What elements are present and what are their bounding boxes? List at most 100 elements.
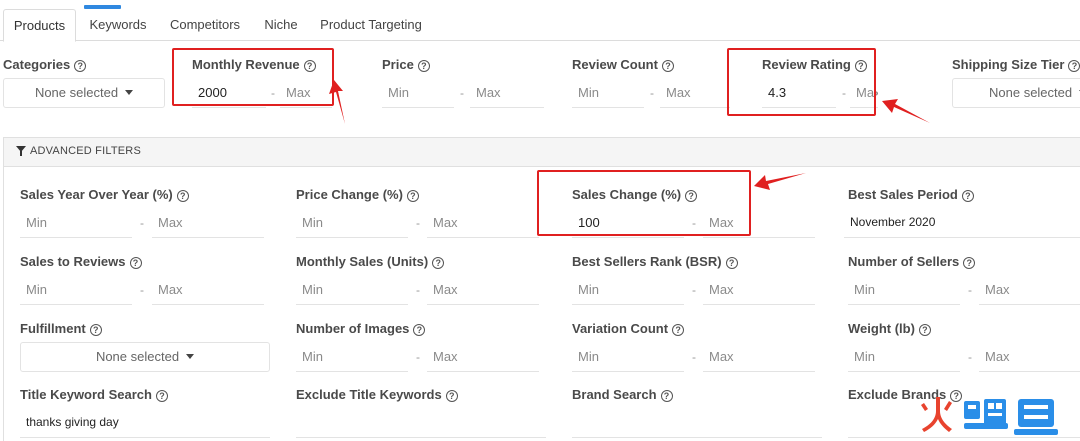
sales-to-reviews-max-input[interactable]: Max (152, 275, 264, 305)
annotation-arrow-icon (754, 173, 806, 190)
range-dash: - (416, 283, 420, 297)
weight-label: Weight (lb)? (848, 321, 931, 336)
help-icon[interactable]: ? (725, 257, 738, 269)
fulfillment-value: None selected (95, 349, 180, 364)
range-dash: - (460, 86, 464, 100)
annotation-arrow-icon (882, 99, 930, 123)
help-icon[interactable]: ? (918, 324, 931, 336)
sales-yoy-label-text: Sales Year Over Year (%) (20, 187, 173, 202)
weight-label-text: Weight (lb) (848, 321, 915, 336)
shipping-size-tier-value: None selected (989, 85, 1073, 100)
fulfillment-select[interactable]: None selected (20, 342, 270, 372)
help-icon[interactable]: ? (661, 60, 674, 72)
bsr-min-input[interactable]: Min (572, 275, 684, 305)
best-sales-period-label-text: Best Sales Period (848, 187, 958, 202)
variation-count-label-text: Variation Count (572, 321, 669, 336)
help-icon[interactable]: ? (432, 257, 445, 269)
help-icon[interactable]: ? (129, 257, 142, 269)
annotation-box-monthly-revenue (172, 48, 334, 106)
bsr-max-input[interactable]: Max (703, 275, 815, 305)
review-count-label-text: Review Count (572, 57, 658, 72)
help-icon[interactable]: ? (672, 324, 685, 336)
number-of-sellers-min-input[interactable]: Min (848, 275, 960, 305)
range-dash: - (968, 283, 972, 297)
title-keyword-search-label-text: Title Keyword Search (20, 387, 152, 402)
weight-min-input[interactable]: Min (848, 342, 960, 372)
bsr-label-text: Best Sellers Rank (BSR) (572, 254, 722, 269)
sales-to-reviews-label: Sales to Reviews? (20, 254, 142, 269)
number-of-sellers-label-text: Number of Sellers (848, 254, 960, 269)
brand-search-label-text: Brand Search (572, 387, 657, 402)
price-change-min-input[interactable]: Min (296, 208, 408, 238)
range-dash: - (650, 86, 654, 100)
number-of-images-label-text: Number of Images (296, 321, 410, 336)
review-count-max-input[interactable]: Max (660, 78, 730, 108)
monthly-sales-max-input[interactable]: Max (427, 275, 539, 305)
help-icon[interactable]: ? (445, 390, 458, 402)
chevron-down-icon (186, 354, 195, 359)
variation-count-min-input[interactable]: Min (572, 342, 684, 372)
sales-yoy-label: Sales Year Over Year (%)? (20, 187, 189, 202)
tab-keywords[interactable]: Keywords (82, 9, 154, 42)
review-count-min-input[interactable]: Min (572, 78, 644, 108)
tab-niche[interactable]: Niche (258, 9, 304, 42)
help-icon[interactable]: ? (406, 190, 419, 202)
categories-value: None selected (34, 85, 119, 100)
categories-label: Categories? (3, 57, 87, 72)
watermark-logo-icon (921, 397, 1058, 435)
variation-count-max-input[interactable]: Max (703, 342, 815, 372)
range-dash: - (968, 350, 972, 364)
exclude-title-keywords-label-text: Exclude Title Keywords (296, 387, 442, 402)
price-change-max-input[interactable]: Max (427, 208, 539, 238)
help-icon[interactable]: ? (176, 190, 189, 202)
monthly-sales-label-text: Monthly Sales (Units) (296, 254, 429, 269)
chevron-down-icon (125, 90, 134, 95)
price-label-text: Price (382, 57, 414, 72)
annotation-box-review-rating (727, 48, 876, 116)
number-of-sellers-max-input[interactable]: Max (979, 275, 1080, 305)
help-icon[interactable]: ? (660, 390, 673, 402)
help-icon[interactable]: ? (1068, 60, 1080, 72)
help-icon[interactable]: ? (961, 190, 974, 202)
brand-search-label: Brand Search? (572, 387, 673, 402)
sales-to-reviews-min-input[interactable]: Min (20, 275, 132, 305)
sales-yoy-min-input[interactable]: Min (20, 208, 132, 238)
fulfillment-label-text: Fulfillment (20, 321, 86, 336)
bsr-label: Best Sellers Rank (BSR)? (572, 254, 738, 269)
range-dash: - (692, 283, 696, 297)
help-icon[interactable]: ? (89, 324, 102, 336)
title-keyword-search-input[interactable]: thanks giving day (20, 408, 270, 438)
brand-search-input[interactable] (572, 408, 822, 438)
watermark-logo (918, 393, 1078, 441)
monthly-sales-min-input[interactable]: Min (296, 275, 408, 305)
title-keyword-search-label: Title Keyword Search? (20, 387, 168, 402)
sales-yoy-max-input[interactable]: Max (152, 208, 264, 238)
number-of-images-min-input[interactable]: Min (296, 342, 408, 372)
monthly-sales-label: Monthly Sales (Units)? (296, 254, 445, 269)
shipping-size-tier-label: Shipping Size Tier? (952, 57, 1080, 72)
tab-competitors[interactable]: Competitors (166, 9, 244, 42)
weight-max-input[interactable]: Max (979, 342, 1080, 372)
range-dash: - (140, 283, 144, 297)
advanced-filters-title[interactable]: ADVANCED FILTERS (30, 145, 141, 157)
exclude-title-keywords-input[interactable] (296, 408, 546, 438)
help-icon[interactable]: ? (155, 390, 168, 402)
help-icon[interactable]: ? (417, 60, 430, 72)
advanced-filters-header[interactable] (3, 137, 1080, 167)
tab-products[interactable]: Products (3, 9, 76, 42)
shipping-size-tier-select[interactable]: None selected (952, 78, 1080, 108)
help-icon[interactable]: ? (963, 257, 976, 269)
price-min-input[interactable]: Min (382, 78, 454, 108)
help-icon[interactable]: ? (413, 324, 426, 336)
best-sales-period-label: Best Sales Period? (848, 187, 974, 202)
shipping-size-tier-label-text: Shipping Size Tier (952, 57, 1065, 72)
best-sales-period-input[interactable]: November 2020 (844, 208, 1080, 238)
price-max-input[interactable]: Max (470, 78, 544, 108)
number-of-images-max-input[interactable]: Max (427, 342, 539, 372)
categories-select[interactable]: None selected (3, 78, 165, 108)
tab-product-targeting[interactable]: Product Targeting (318, 9, 424, 42)
price-label: Price? (382, 57, 430, 72)
tab-bar: Products Keywords Competitors Niche Prod… (0, 0, 1080, 42)
range-dash: - (416, 216, 420, 230)
help-icon[interactable]: ? (74, 60, 87, 72)
